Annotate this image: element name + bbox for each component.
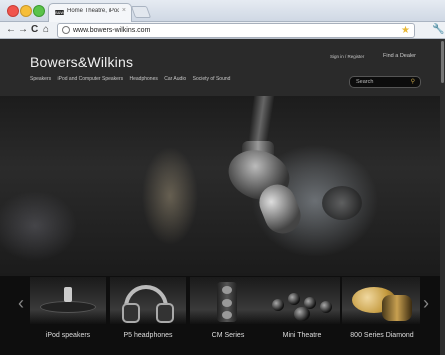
satellite-speaker-image [320,301,332,313]
nav-car-audio[interactable]: Car Audio [164,76,186,82]
web-page: Bowers&Wilkins Speakers iPod and Compute… [0,39,445,355]
browser-window: B&W Home Theatre, iPod & Hi-Fi × ← → C ⌂… [0,0,445,355]
wrench-icon[interactable]: 🔧 [432,22,444,37]
product-carousel: ‹ iPod speakers P5 headphones CM Series [0,276,440,355]
sign-in-link[interactable]: Sign in / Register [330,54,364,59]
star-icon[interactable]: ★ [401,24,410,37]
product-label[interactable]: P5 headphones [110,332,186,339]
product-label[interactable]: 800 Series Diamond [340,332,424,339]
speaker-driver [222,311,232,319]
nav-ipod-computer-speakers[interactable]: iPod and Computer Speakers [58,76,124,82]
url-text[interactable]: www.bowers-wilkins.com [73,25,150,36]
favicon-icon: B&W [55,10,65,15]
headphone-cup-right [156,303,174,323]
browser-toolbar: ← → C ⌂ www.bowers-wilkins.com ★ 🔧 [0,22,445,39]
browser-tab[interactable]: B&W Home Theatre, iPod & Hi-Fi × [48,3,132,22]
home-icon[interactable]: ⌂ [43,23,49,37]
reload-icon[interactable]: C [31,23,38,37]
search-placeholder: Search [356,79,374,85]
site-logo[interactable]: Bowers&Wilkins [30,54,133,70]
ipod-image [64,287,72,302]
satellite-speaker-image [272,299,284,311]
chevron-right-icon[interactable]: › [423,294,429,312]
tab-title: Home Theatre, iPod & Hi-Fi [67,8,119,14]
speaker-driver [222,299,232,307]
hero-image[interactable] [0,96,440,276]
product-tile-mini-theatre[interactable] [264,277,340,324]
back-icon[interactable]: ← [6,23,16,37]
new-tab-button[interactable] [130,6,152,18]
ipod-speaker-image [40,301,96,313]
scrollbar[interactable] [440,39,445,355]
satellite-speaker-image [288,293,300,305]
search-icon[interactable]: ⚲ [411,78,415,86]
close-window-button[interactable] [7,5,19,17]
product-label[interactable]: CM Series [190,332,266,339]
globe-icon [62,26,70,34]
address-bar[interactable]: www.bowers-wilkins.com ★ [57,23,415,38]
product-tile-p5[interactable] [110,277,186,324]
nav-society-of-sound[interactable]: Society of Sound [193,76,231,82]
nav-headphones[interactable]: Headphones [130,76,158,82]
product-tile-ipod[interactable] [30,277,106,324]
minimize-window-button[interactable] [20,5,32,17]
tab-strip: B&W Home Theatre, iPod & Hi-Fi × [0,0,445,22]
forward-icon[interactable]: → [18,23,28,37]
product-label[interactable]: iPod speakers [30,332,106,339]
product-tile-cm[interactable] [190,277,266,324]
chevron-left-icon[interactable]: ‹ [18,294,24,312]
microphone-blurred [322,186,362,220]
nav-speakers[interactable]: Speakers [30,76,51,82]
product-tile-800-diamond[interactable] [342,277,420,324]
subwoofer-image [294,307,310,321]
tab-close-icon[interactable]: × [122,7,126,14]
headphone-cup-left [122,303,140,323]
scrollbar-thumb[interactable] [441,41,444,83]
zoom-window-button[interactable] [33,5,45,17]
main-nav: Speakers iPod and Computer Speakers Head… [30,76,235,82]
find-dealer-link[interactable]: Find a Dealer [383,53,416,59]
speaker-driver [222,286,232,294]
speaker-cabinet [382,295,412,321]
search-input[interactable]: Search ⚲ [349,76,421,88]
site-header: Bowers&Wilkins Speakers iPod and Compute… [0,39,440,96]
product-label[interactable]: Mini Theatre [264,332,340,339]
